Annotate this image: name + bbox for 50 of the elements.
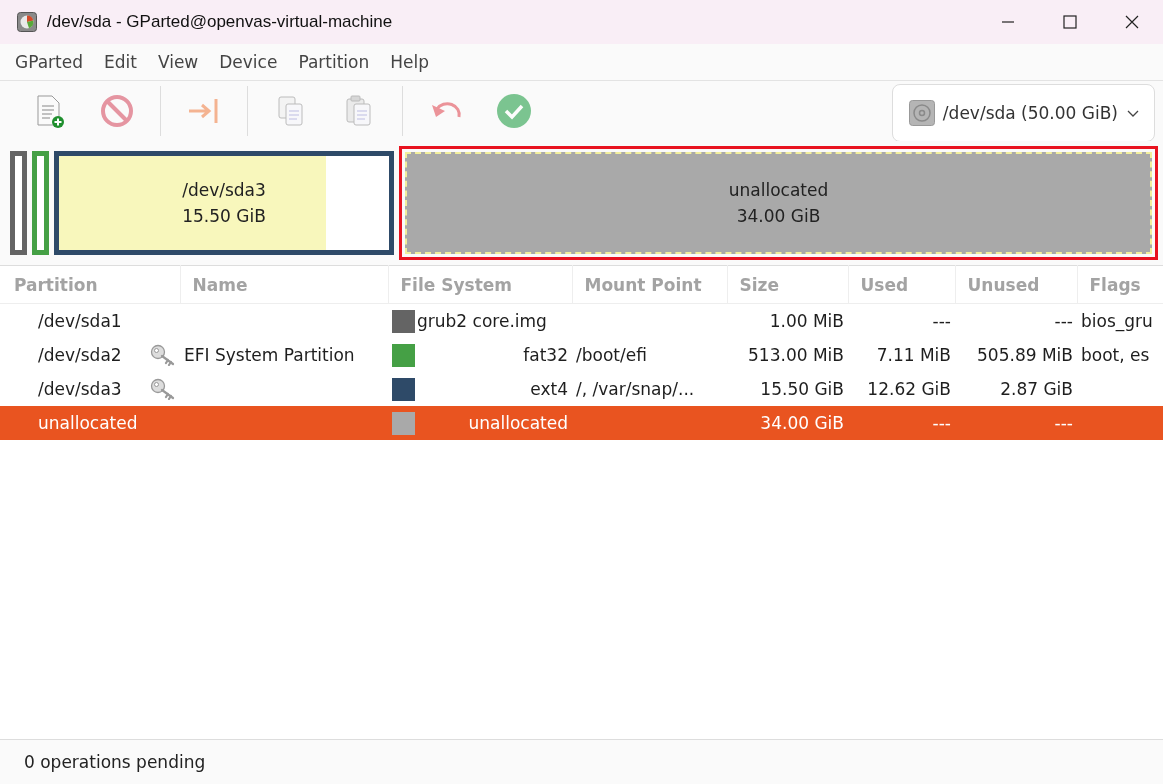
table-cell: /dev/sda3 [38,379,122,399]
segment-label: unallocated [728,179,829,202]
menu-item[interactable]: View [148,52,211,72]
menu-item[interactable]: Device [210,52,290,72]
partition-segment[interactable] [32,151,49,255]
table-cell: /, /var/snap/... [576,379,695,399]
table-cell: fat32 [523,345,568,365]
menu-item[interactable]: GParted [6,52,95,72]
close-icon [1125,15,1139,29]
table-cell: /dev/sda2 [38,345,122,365]
table-cell: 12.62 GiB [867,379,951,399]
status-text: 0 operations pending [24,752,206,772]
table-row[interactable]: /dev/sda2 EFI System Partition fat32 /boot/efi 513.00 MiB 7.11 MiB 505.89 MiB boot, es [0,338,1163,372]
table-cell: ext4 [530,379,568,399]
menu-item[interactable]: Edit [95,52,149,72]
table-cell: 2.87 GiB [1000,379,1073,399]
table-cell: 15.50 GiB [760,379,844,399]
device-dropdown[interactable]: /dev/sda (50.00 GiB) [891,84,1155,142]
table-cell: 34.00 GiB [760,413,844,433]
table-cell: 513.00 MiB [748,345,844,365]
unallocated-segment[interactable]: unallocated 34.00 GiB [405,152,1152,254]
table-row[interactable]: /dev/sda1 grub2 core.img 1.00 MiB --- --- bios_gru [0,303,1163,338]
checkmark-icon [496,93,532,129]
table-cell: bios_gru [1081,311,1153,331]
maximize-icon [1063,15,1077,29]
partition-segment[interactable]: /dev/sda3 15.50 GiB [54,151,394,255]
table-cell: 7.11 MiB [876,345,951,365]
table-cell: --- [1054,311,1073,331]
table-cell: boot, es [1081,345,1150,365]
segment-size: 34.00 GiB [736,205,821,228]
table-cell: grub2 core.img [417,311,547,331]
segment-label: /dev/sda3 [182,179,266,202]
table-cell: --- [932,311,951,331]
table-cell: --- [1054,413,1073,433]
partition-segment[interactable] [10,151,27,255]
menu-item[interactable]: Partition [289,52,382,72]
table-cell: /boot/efi [576,345,647,365]
prohibited-icon [99,93,135,129]
table-cell: 505.89 MiB [977,345,1073,365]
table-row[interactable]: /dev/sda3 ext4 /, /var/snap/... 15.50 GiB 12.62 GiB 2.87 GiB [0,372,1163,406]
window-title: /dev/sda - GParted@openvas-virtual-machine [47,12,393,32]
segment-size: 15.50 GiB [182,205,266,228]
table-cell: /dev/sda1 [38,311,122,331]
table-cell: 1.00 MiB [769,311,844,331]
table-cell: unallocated [38,413,138,433]
disk-pie-icon [17,12,37,32]
menu-item[interactable]: Help [381,52,441,72]
table-cell: EFI System Partition [184,345,355,365]
table-cell: unallocated [468,413,568,433]
table-cell: --- [932,413,951,433]
